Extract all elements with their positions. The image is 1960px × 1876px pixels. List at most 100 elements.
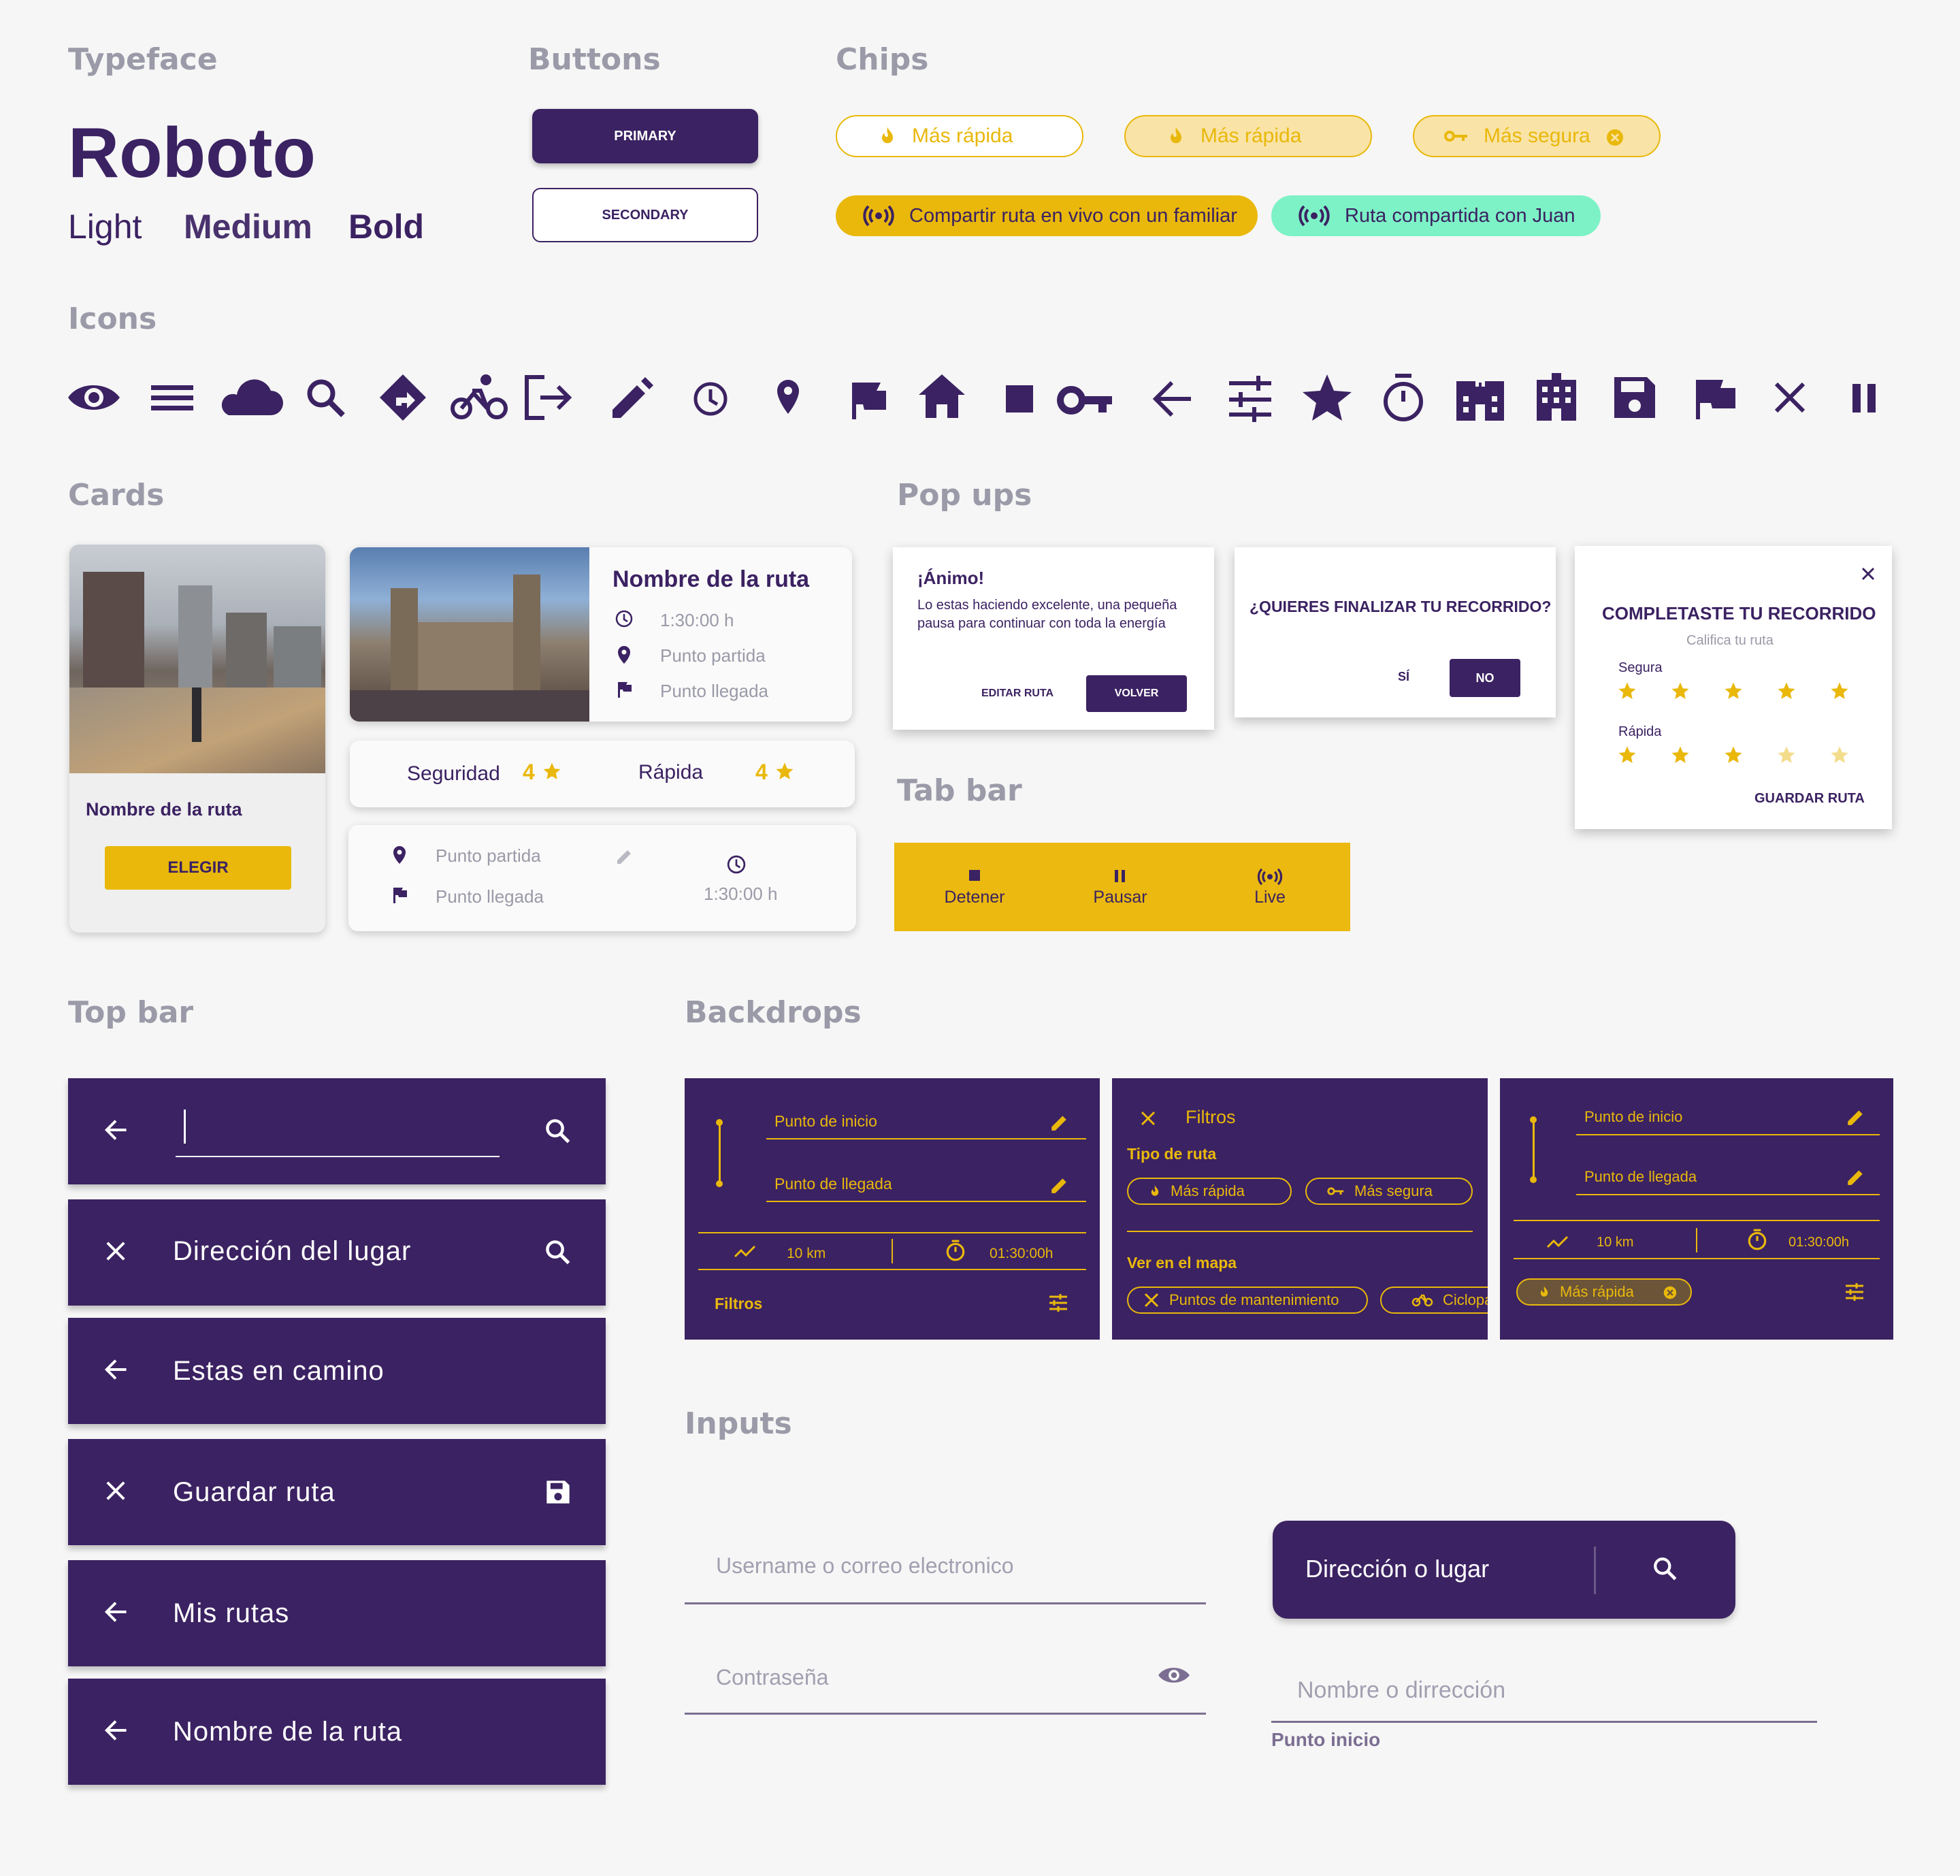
arrow-left-icon[interactable] bbox=[102, 1356, 129, 1383]
chip-safe-filled[interactable]: Más segura bbox=[1413, 115, 1661, 157]
edit-route-button[interactable]: EDITAR RUTA bbox=[981, 688, 1054, 700]
place-search-box[interactable]: Dirección o lugar bbox=[1273, 1521, 1735, 1619]
close-icon[interactable] bbox=[1861, 566, 1876, 581]
topbar-search bbox=[68, 1078, 606, 1184]
popup-title: ¿QUIERES FINALIZAR TU RECORRIDO? bbox=[1250, 598, 1552, 615]
chip-safe[interactable]: Más segura bbox=[1305, 1178, 1473, 1205]
card-title: Nombre de la ruta bbox=[86, 799, 242, 820]
star-icon[interactable] bbox=[1723, 681, 1744, 701]
pencil-icon[interactable] bbox=[1846, 1107, 1865, 1126]
arrow-left-icon[interactable] bbox=[102, 1717, 129, 1744]
rating-card[interactable]: Seguridad 4 Rápida 4 bbox=[350, 741, 855, 807]
search-icon[interactable] bbox=[544, 1239, 572, 1266]
star-icon[interactable] bbox=[1617, 681, 1637, 701]
pause-icon bbox=[1852, 384, 1876, 413]
pencil-icon[interactable] bbox=[615, 847, 633, 864]
key-icon bbox=[1057, 386, 1112, 415]
section-popups-title: Pop ups bbox=[897, 478, 1032, 513]
password-input[interactable]: Contraseña bbox=[685, 1655, 1206, 1715]
timer-icon bbox=[1384, 374, 1423, 421]
live-icon bbox=[1257, 869, 1283, 885]
card-end: Punto llegada bbox=[436, 886, 544, 907]
start-field[interactable]: Punto de inicio bbox=[774, 1112, 877, 1131]
popup-body: Lo estas haciendo excelente, una pequeña… bbox=[917, 598, 1177, 631]
trend-icon bbox=[1546, 1235, 1569, 1250]
tune-icon[interactable] bbox=[1048, 1293, 1068, 1312]
chip-fast[interactable]: Más rápida bbox=[1127, 1178, 1292, 1205]
close-icon bbox=[1774, 382, 1806, 413]
star-icon[interactable] bbox=[1829, 681, 1850, 701]
search-icon[interactable] bbox=[1652, 1556, 1678, 1582]
no-button[interactable]: NO bbox=[1450, 659, 1520, 697]
yes-button[interactable]: SÍ bbox=[1398, 670, 1409, 684]
arrow-left-icon[interactable] bbox=[102, 1116, 129, 1144]
flag-outline-icon bbox=[1696, 380, 1735, 419]
star-rating-fast[interactable] bbox=[1617, 745, 1862, 768]
chip-fast[interactable]: Más rápida bbox=[1516, 1278, 1692, 1306]
close-icon[interactable] bbox=[1139, 1110, 1157, 1127]
choose-button[interactable]: ELEGIR bbox=[105, 846, 291, 890]
chip-fast-outline[interactable]: Más rápida bbox=[836, 115, 1083, 157]
star-icon[interactable] bbox=[1776, 745, 1797, 765]
route-summary-card[interactable]: Punto partida Punto llegada 1:30:00 h bbox=[348, 825, 856, 931]
popup-encourage: ¡Ánimo! Lo estas haciendo excelente, una… bbox=[893, 547, 1214, 730]
chip-fast-filled[interactable]: Más rápida bbox=[1124, 115, 1372, 157]
primary-button[interactable]: PRIMARY bbox=[532, 109, 758, 163]
secondary-button[interactable]: SECONDARY bbox=[532, 188, 758, 242]
chip-maintenance[interactable]: Puntos de mantenimiento bbox=[1127, 1287, 1368, 1314]
close-circle-icon bbox=[1663, 1286, 1677, 1299]
star-icon[interactable] bbox=[1829, 745, 1850, 765]
popup-title: ¡Ánimo! bbox=[917, 568, 985, 588]
save-route-button[interactable]: GUARDAR RUTA bbox=[1754, 791, 1865, 807]
fire-icon bbox=[1166, 125, 1186, 147]
popup-finish: ¿QUIERES FINALIZAR TU RECORRIDO? SÍ NO bbox=[1235, 547, 1556, 717]
star-icon[interactable] bbox=[1723, 745, 1744, 765]
username-input[interactable]: Username o correo electronico bbox=[685, 1545, 1206, 1604]
arrow-left-icon[interactable] bbox=[102, 1598, 129, 1626]
chip-label: Más rápida bbox=[1200, 125, 1302, 147]
key-icon bbox=[1444, 129, 1469, 143]
star-icon[interactable] bbox=[1617, 745, 1637, 765]
close-circle-icon[interactable] bbox=[1606, 129, 1624, 146]
end-field[interactable]: Punto de llegada bbox=[774, 1175, 892, 1193]
pencil-icon[interactable] bbox=[1049, 1112, 1068, 1131]
tab-live[interactable]: Live bbox=[1230, 869, 1309, 907]
chip-shared-with[interactable]: Ruta compartida con Juan bbox=[1271, 195, 1601, 236]
end-field[interactable]: Punto de llegada bbox=[1584, 1168, 1697, 1186]
chip-label: Más segura bbox=[1354, 1182, 1433, 1199]
eye-icon[interactable] bbox=[1158, 1665, 1190, 1685]
live-icon bbox=[863, 206, 894, 226]
tab-pause[interactable]: Pausar bbox=[1081, 869, 1160, 907]
star-icon[interactable] bbox=[1776, 681, 1797, 701]
star-icon bbox=[542, 761, 562, 781]
timer-icon bbox=[1746, 1228, 1768, 1251]
tune-icon[interactable] bbox=[1844, 1282, 1865, 1301]
star-rating-safe[interactable] bbox=[1617, 681, 1862, 704]
name-address-input[interactable]: Nombre o dirrección bbox=[1271, 1670, 1817, 1725]
backdrop-filters: Filtros Tipo de ruta Más rápida Más segu… bbox=[1112, 1078, 1488, 1340]
tab-stop[interactable]: Detener bbox=[935, 869, 1014, 907]
pencil-icon[interactable] bbox=[1846, 1167, 1865, 1186]
search-underline[interactable] bbox=[176, 1156, 500, 1157]
filters-label[interactable]: Filtros bbox=[715, 1295, 762, 1313]
start-field[interactable]: Punto de inicio bbox=[1584, 1108, 1682, 1126]
pause-icon bbox=[1115, 870, 1125, 882]
chip-bikeway[interactable]: Ciclopa bbox=[1380, 1287, 1488, 1314]
chip-label: Compartir ruta en vivo con un familiar bbox=[909, 204, 1237, 227]
pin-icon bbox=[392, 845, 407, 864]
route-card-horizontal[interactable]: Nombre de la ruta 1:30:00 h Punto partid… bbox=[350, 547, 852, 722]
route-photo-cathedral bbox=[350, 547, 589, 722]
route-card-vertical[interactable]: Nombre de la ruta ELEGIR bbox=[69, 545, 325, 933]
close-icon[interactable] bbox=[102, 1238, 129, 1265]
star-icon[interactable] bbox=[1670, 681, 1690, 701]
pin-icon bbox=[777, 380, 799, 414]
close-icon[interactable] bbox=[102, 1477, 129, 1504]
pencil-icon[interactable] bbox=[1049, 1175, 1068, 1194]
star-icon[interactable] bbox=[1670, 745, 1690, 765]
save-icon bbox=[1614, 377, 1655, 418]
search-icon[interactable] bbox=[544, 1118, 572, 1145]
chip-share-live[interactable]: Compartir ruta en vivo con un familiar bbox=[836, 195, 1258, 236]
section-backdrops-title: Backdrops bbox=[685, 995, 862, 1030]
save-icon[interactable] bbox=[544, 1478, 572, 1506]
back-button[interactable]: VOLVER bbox=[1086, 675, 1187, 712]
